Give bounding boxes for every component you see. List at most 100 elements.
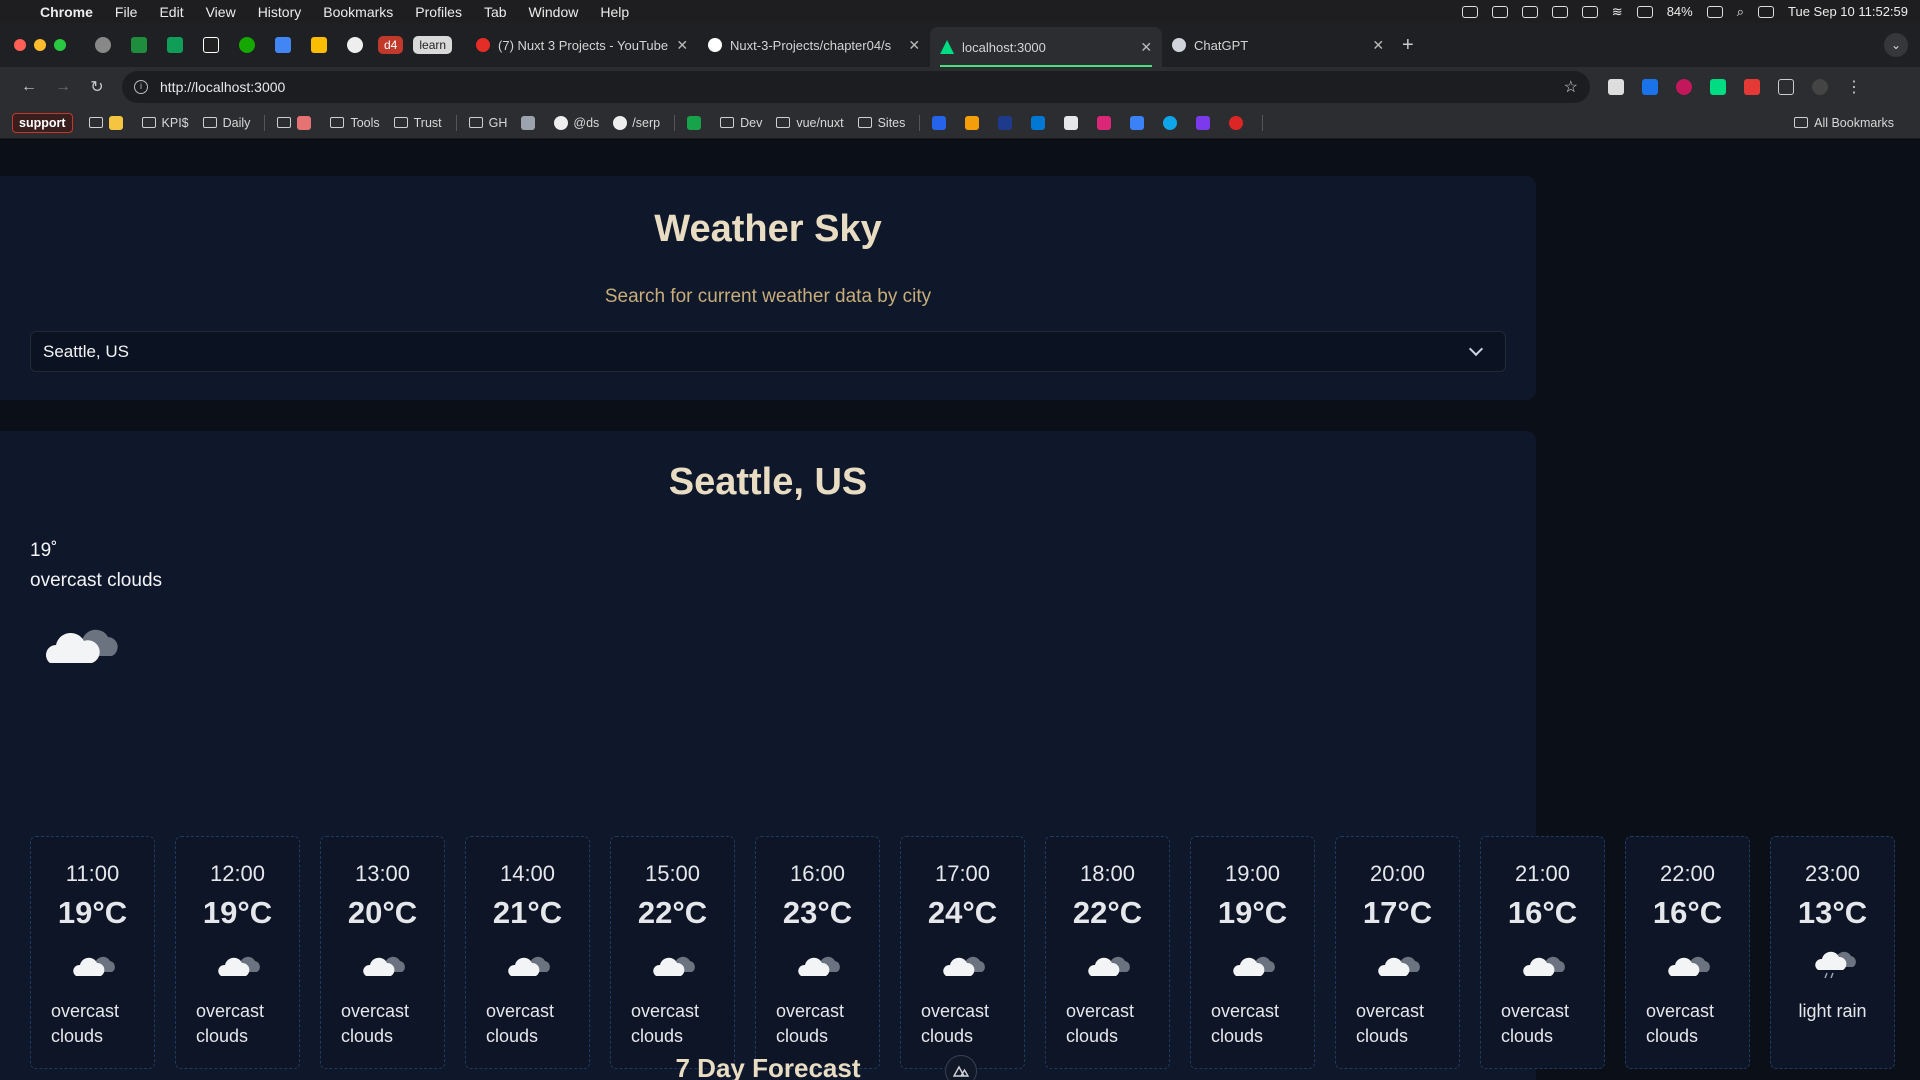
close-tab-icon[interactable]: ✕: [1140, 39, 1152, 56]
hourly-temperature: 20°C: [347, 895, 418, 930]
close-window-button[interactable]: [14, 39, 26, 51]
display-icon[interactable]: [1551, 5, 1568, 18]
pinned-tab-calendar-icon[interactable]: [270, 32, 296, 58]
keyboard-icon[interactable]: [1491, 5, 1508, 18]
menu-app-name[interactable]: Chrome: [40, 4, 93, 20]
hourly-time: 23:00: [1804, 861, 1861, 886]
menu-profiles[interactable]: Profiles: [415, 4, 462, 20]
bookmark-folder-sites[interactable]: Sites: [857, 116, 905, 130]
bookmark-github-serp[interactable]: /serp: [613, 115, 660, 130]
bookmark-folder-vue-nuxt[interactable]: vue/nuxt: [776, 116, 844, 130]
tab-chatgpt[interactable]: ChatGPT ✕: [1162, 27, 1394, 63]
folder-icon: [141, 117, 156, 128]
bookmark-icon-8[interactable]: [1163, 115, 1182, 130]
pinned-tab-learn[interactable]: learn: [413, 36, 453, 54]
accessibility-icon[interactable]: [1461, 5, 1478, 18]
pinned-tab-upwork-icon[interactable]: [234, 32, 260, 58]
wifi-icon[interactable]: ≋: [1612, 4, 1623, 20]
extensions-puzzle-icon[interactable]: [1778, 79, 1794, 95]
pinned-tab-sheets-icon[interactable]: [162, 32, 188, 58]
window-layout-icon[interactable]: [1636, 5, 1653, 18]
browser-menu-icon[interactable]: ⋮: [1846, 77, 1862, 97]
forward-arrow-icon[interactable]: →: [46, 78, 80, 96]
extension-icon[interactable]: [1676, 79, 1692, 95]
bookmark-icon-9[interactable]: [1196, 115, 1215, 130]
activity-icon: [687, 115, 702, 130]
nuxt-devtools-icon[interactable]: [945, 1055, 977, 1080]
menu-window[interactable]: Window: [529, 4, 579, 20]
extension-icon[interactable]: [1710, 79, 1726, 95]
bookmark-support[interactable]: support: [12, 112, 73, 133]
zoom-window-button[interactable]: [54, 39, 66, 51]
url-text[interactable]: http://localhost:3000: [160, 79, 1564, 95]
bookmark-star-icon[interactable]: ☆: [1564, 77, 1578, 97]
site-info-icon[interactable]: i: [134, 80, 148, 94]
extension-icon[interactable]: [1744, 79, 1760, 95]
current-description: overcast clouds: [30, 570, 163, 591]
pinned-tab-github-icon[interactable]: [342, 32, 368, 58]
page-viewport: Weather Sky Search for current weather d…: [0, 140, 1920, 1080]
bookmark-folder-gh[interactable]: GH: [468, 116, 507, 130]
bookmark-v-icon[interactable]: [521, 115, 540, 130]
tab-search-chevron-icon[interactable]: ⌄: [1884, 33, 1908, 57]
youtube-favicon-icon: [476, 38, 491, 52]
profile-avatar[interactable]: [1812, 79, 1828, 95]
menu-edit[interactable]: Edit: [159, 4, 183, 20]
bookmark-github-ds[interactable]: @ds: [554, 115, 599, 130]
tab-youtube[interactable]: (7) Nuxt 3 Projects - YouTube ✕: [466, 27, 698, 63]
close-tab-icon[interactable]: ✕: [676, 37, 688, 54]
back-arrow-icon[interactable]: ←: [12, 78, 46, 96]
menu-tab[interactable]: Tab: [484, 4, 507, 20]
minimize-window-button[interactable]: [34, 39, 46, 51]
bookmark-folder[interactable]: [277, 115, 316, 130]
spotlight-icon[interactable]: ⌕: [1737, 4, 1744, 20]
pinned-tab-drive-icon[interactable]: [306, 32, 332, 58]
cloud-status-icon[interactable]: [1521, 5, 1538, 18]
bookmark-folder-trust[interactable]: Trust: [393, 116, 442, 130]
pinned-tab-sheets-green-icon[interactable]: [126, 32, 152, 58]
close-tab-icon[interactable]: ✕: [1372, 37, 1384, 54]
pinned-tab-s-icon[interactable]: [198, 32, 224, 58]
pinned-tab-chrome-icon[interactable]: [90, 32, 116, 58]
bookmark-folder-kpi[interactable]: KPI$: [141, 116, 189, 130]
extension-icon[interactable]: [1608, 79, 1624, 95]
cloud-icon: [1668, 956, 1710, 976]
bookmark-favicon-icon: [1163, 115, 1178, 130]
control-center-icon[interactable]: [1758, 5, 1775, 18]
pinned-tab-d4[interactable]: d4: [378, 36, 404, 54]
tab-github[interactable]: Nuxt-3-Projects/chapter04/s ✕: [698, 27, 930, 63]
bookmark-folder-daily[interactable]: Daily: [202, 116, 250, 130]
bookmark-folder[interactable]: [88, 115, 128, 130]
bookmark-favicon-icon: [1064, 115, 1079, 130]
new-tab-button[interactable]: +: [1402, 34, 1414, 57]
menu-help[interactable]: Help: [600, 4, 629, 20]
bookmark-green-icon[interactable]: [687, 115, 706, 130]
bookmark-icon-5[interactable]: [1064, 115, 1083, 130]
menu-view[interactable]: View: [206, 4, 236, 20]
menu-history[interactable]: History: [258, 4, 302, 20]
hourly-card: 11:00 19°C overcast clouds: [30, 836, 155, 1069]
reload-icon[interactable]: ↻: [80, 77, 114, 97]
city-select[interactable]: Seattle, US: [30, 331, 1506, 372]
tab-localhost[interactable]: localhost:3000 ✕: [930, 27, 1163, 67]
bookmark-icon-7[interactable]: [1130, 115, 1149, 130]
extension-icon[interactable]: [1642, 79, 1658, 95]
bookmark-icon-2[interactable]: [965, 115, 984, 130]
bookmark-folder-dev[interactable]: Dev: [720, 116, 762, 130]
bookmark-icon-1[interactable]: [932, 115, 951, 130]
address-bar[interactable]: i http://localhost:3000 ☆: [122, 71, 1590, 103]
bookmark-label: Tools: [350, 115, 380, 130]
bookmark-folder-tools[interactable]: Tools: [330, 115, 380, 130]
menu-file[interactable]: File: [115, 4, 138, 20]
bookmark-icon-10[interactable]: [1229, 115, 1248, 130]
menu-bookmarks[interactable]: Bookmarks: [323, 4, 393, 20]
bookmark-icon-3[interactable]: [998, 115, 1017, 130]
battery-icon[interactable]: [1706, 5, 1723, 18]
all-bookmarks-button[interactable]: All Bookmarks: [1794, 116, 1894, 130]
hourly-time: 20:00: [1369, 861, 1426, 886]
clock[interactable]: Tue Sep 10 11:52:59: [1788, 4, 1908, 19]
dropbox-icon[interactable]: [1581, 5, 1598, 18]
bookmark-icon-4[interactable]: [1031, 115, 1050, 130]
close-tab-icon[interactable]: ✕: [908, 37, 920, 54]
bookmark-icon-6[interactable]: [1097, 115, 1116, 130]
